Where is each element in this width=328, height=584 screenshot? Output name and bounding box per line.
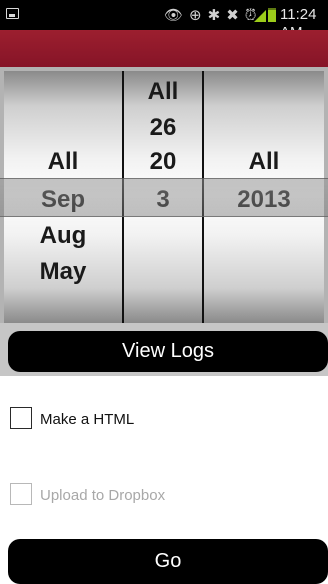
screenshot-icon — [6, 8, 19, 19]
year-wheel[interactable]: All 2013 — [204, 71, 324, 323]
day-wheel[interactable]: All 26 20 3 — [124, 71, 202, 323]
month-wheel-item[interactable]: May — [4, 257, 122, 287]
signal-icon — [254, 10, 266, 22]
crosshair-icon: ⊕ — [189, 6, 202, 24]
month-wheel-selected[interactable]: Sep — [4, 185, 122, 215]
make-html-label[interactable]: Make a HTML — [40, 411, 134, 429]
picker-frame: All Sep Aug May All 26 20 3 All 2013 — [4, 71, 324, 323]
month-wheel[interactable]: All Sep Aug May — [4, 71, 122, 323]
day-wheel-item[interactable]: 26 — [124, 113, 202, 143]
date-picker: All Sep Aug May All 26 20 3 All 2013 — [0, 67, 328, 323]
upload-dropbox-checkbox — [10, 483, 32, 505]
upload-dropbox-label: Upload to Dropbox — [40, 487, 166, 504]
day-wheel-item[interactable]: All — [124, 77, 202, 107]
make-html-checkbox[interactable] — [10, 407, 32, 429]
eye-icon: 👁︎ — [164, 6, 184, 24]
title-bar — [0, 30, 328, 67]
day-wheel-item[interactable]: 20 — [124, 147, 202, 177]
month-wheel-item[interactable]: Aug — [4, 221, 122, 251]
go-button[interactable]: Go — [8, 539, 328, 584]
year-wheel-item[interactable]: All — [204, 147, 324, 177]
bluetooth-icon: ✱ — [207, 6, 221, 24]
view-logs-button[interactable]: View Logs — [8, 331, 328, 372]
muted-icon: ✖ — [226, 6, 239, 24]
year-wheel-selected[interactable]: 2013 — [204, 185, 324, 215]
day-wheel-selected[interactable]: 3 — [124, 185, 202, 215]
battery-icon — [268, 8, 276, 22]
status-bar: 👁︎ ⊕ ✱ ✖ ⏰︎ 11:24 AM — [0, 0, 328, 41]
status-icons: 👁︎ ⊕ ✱ ✖ ⏰︎ — [164, 6, 256, 24]
month-wheel-item[interactable]: All — [4, 147, 122, 177]
